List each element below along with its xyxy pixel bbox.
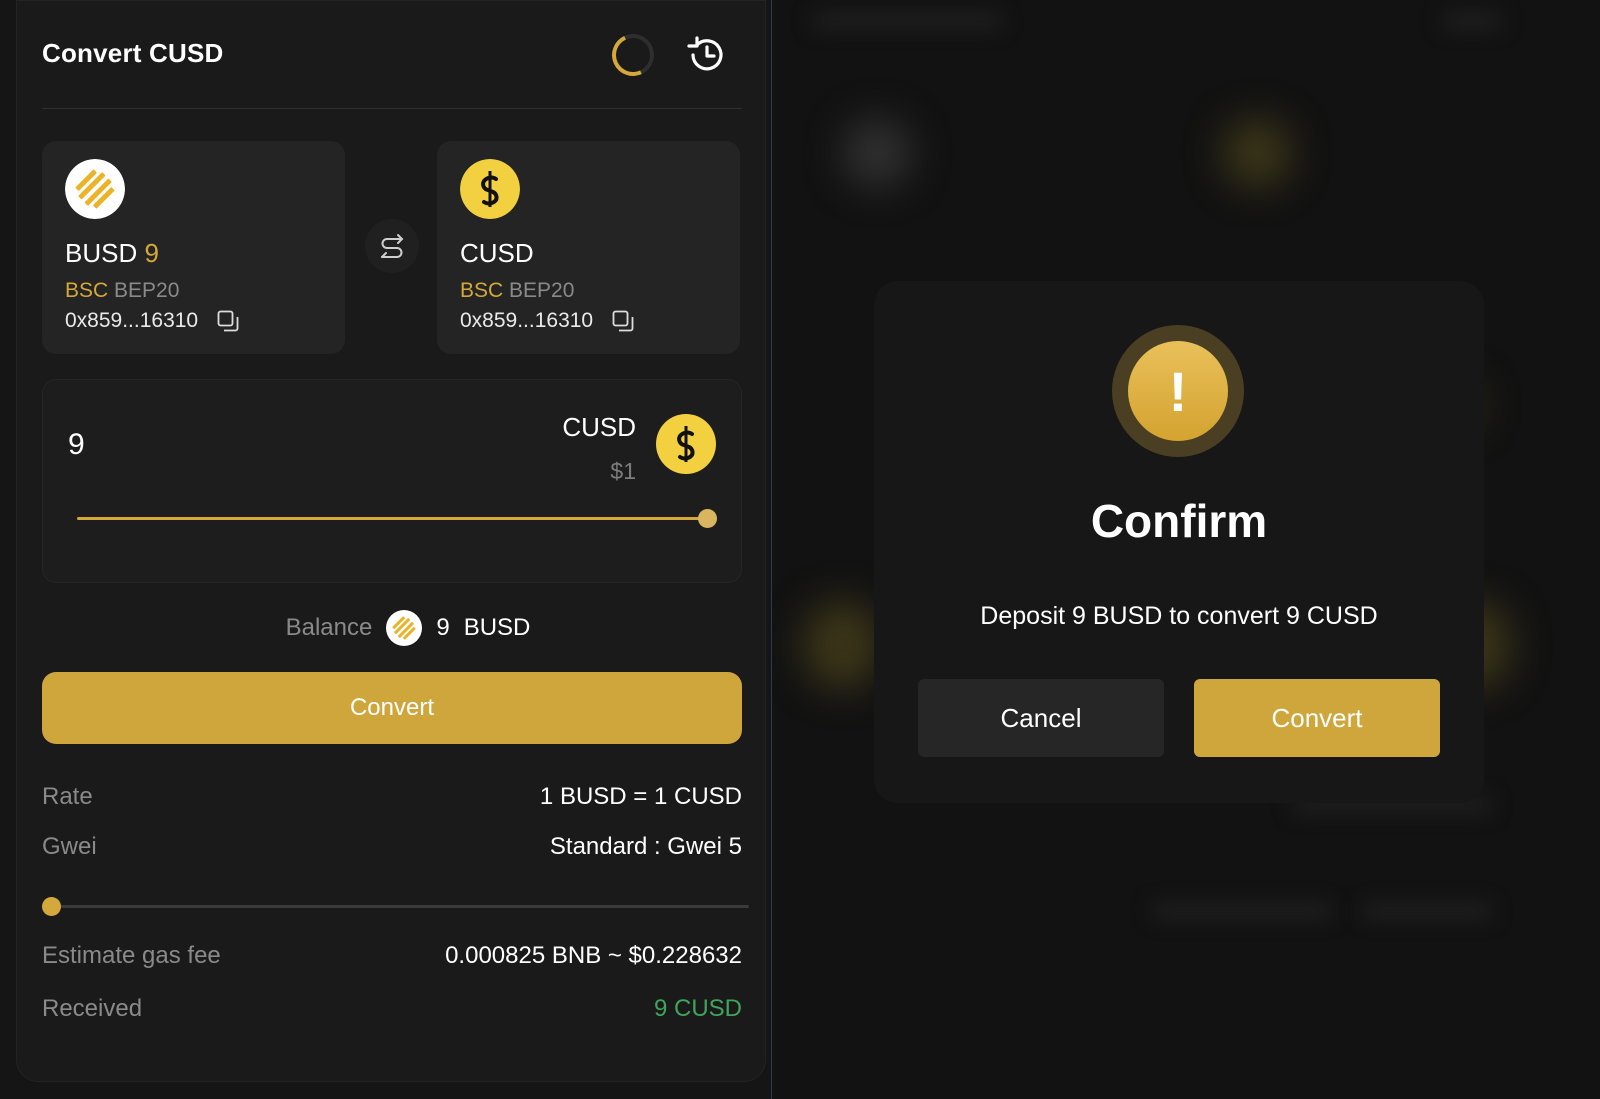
warning-mark: ! <box>1128 341 1228 441</box>
amount-slider[interactable] <box>77 509 717 528</box>
page-title: Convert CUSD <box>42 38 224 68</box>
cusd-logo-icon <box>656 414 716 474</box>
gwei-slider-handle[interactable] <box>42 897 61 916</box>
received-row: Received 9 CUSD <box>42 995 742 1023</box>
copy-icon[interactable] <box>611 309 635 333</box>
warning-icon: ! <box>1112 325 1244 457</box>
convert-panel: Convert CUSD BUSD 9 BSC BEP20 0x859...16… <box>16 0 766 1082</box>
header-divider <box>42 108 742 109</box>
gwei-label: Gwei <box>42 833 97 860</box>
to-token-address: 0x859...16310 <box>460 309 635 333</box>
busd-logo-icon <box>65 159 125 219</box>
received-label: Received <box>42 995 143 1022</box>
confirm-dialog: ! Confirm Deposit 9 BUSD to convert 9 CU… <box>874 281 1484 803</box>
from-token-name: BUSD 9 <box>65 238 159 268</box>
from-token-card[interactable]: BUSD 9 BSC BEP20 0x859...16310 <box>42 141 345 354</box>
swap-button[interactable] <box>365 219 419 273</box>
from-token-amount: 9 <box>144 238 159 268</box>
from-token-network: BSC BEP20 <box>65 279 180 302</box>
amount-slider-handle[interactable] <box>698 509 717 528</box>
confirm-convert-button[interactable]: Convert <box>1194 679 1440 757</box>
from-token-address: 0x859...16310 <box>65 309 240 333</box>
convert-button[interactable]: Convert <box>42 672 742 744</box>
cusd-logo-icon <box>460 159 520 219</box>
dialog-message: Deposit 9 BUSD to convert 9 CUSD <box>980 602 1378 630</box>
swap-icon <box>381 234 404 258</box>
history-icon[interactable] <box>684 32 730 78</box>
rate-value: 1 BUSD = 1 CUSD <box>539 783 742 810</box>
rate-row: Rate 1 BUSD = 1 CUSD <box>42 783 742 811</box>
balance-label: Balance <box>285 614 373 641</box>
spinner-icon <box>606 28 660 82</box>
gas-fee-value: 0.000825 BNB ~ $0.228632 <box>445 942 742 969</box>
busd-logo-icon <box>386 610 423 646</box>
gwei-row: Gwei Standard : Gwei 5 <box>42 833 742 861</box>
balance-value: 9 <box>436 614 450 641</box>
amount-input[interactable]: 9 <box>68 428 85 462</box>
dialog-title: Confirm <box>1090 495 1268 547</box>
received-value: 9 CUSD <box>653 995 742 1022</box>
rate-label: Rate <box>42 783 93 810</box>
copy-icon[interactable] <box>216 309 240 333</box>
gwei-slider[interactable] <box>42 897 749 916</box>
gwei-value: Standard : Gwei 5 <box>549 833 742 860</box>
cancel-button[interactable]: Cancel <box>918 679 1164 757</box>
to-token-network: BSC BEP20 <box>460 279 575 302</box>
to-token-name: CUSD <box>460 238 534 268</box>
amount-input-box: 9 CUSD $1 <box>42 379 742 583</box>
balance-row: Balance 9 BUSD <box>17 610 799 646</box>
to-token-card[interactable]: CUSD BSC BEP20 0x859...16310 <box>437 141 740 354</box>
balance-symbol: BUSD <box>463 614 531 641</box>
amount-symbol: CUSD <box>562 412 636 442</box>
amount-usd-value: $1 <box>610 458 636 484</box>
gas-fee-label: Estimate gas fee <box>42 942 221 969</box>
gas-fee-row: Estimate gas fee 0.000825 BNB ~ $0.22863… <box>42 942 742 970</box>
